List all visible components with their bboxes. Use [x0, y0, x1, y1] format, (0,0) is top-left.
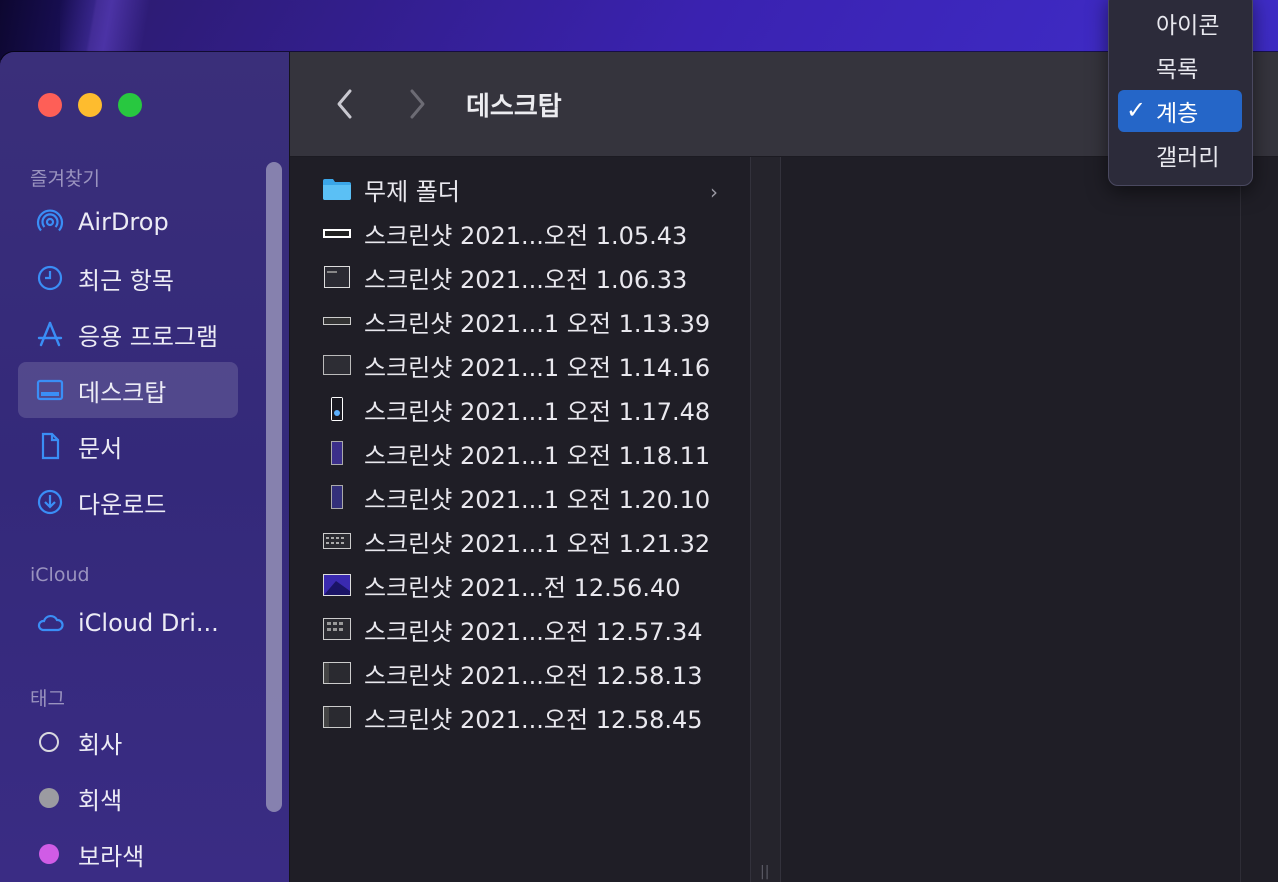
sidebar-item-label: 데스크탑 [78, 378, 167, 407]
list-item-file[interactable]: 스크린샷 2021...오전 12.57.34 [322, 609, 703, 649]
sidebar-item-desktop[interactable]: 데스크탑 [18, 362, 238, 418]
list-item-file[interactable]: 스크린샷 2021...오전 12.58.13 [322, 653, 703, 693]
sidebar-item-label: AirDrop [78, 208, 169, 236]
sidebar-item-label: 응용 프로그램 [78, 322, 219, 351]
file-name: 무제 폴더 [364, 177, 460, 206]
file-name: 스크린샷 2021...1 오전 1.17.48 [364, 397, 711, 426]
sidebar-item-documents[interactable]: 문서 [18, 418, 238, 474]
list-item-folder[interactable]: 무제 폴더 [322, 169, 460, 209]
forward-button[interactable] [402, 86, 432, 122]
document-icon [34, 430, 66, 462]
column-divider[interactable] [750, 157, 751, 882]
image-thumbnail-icon [322, 397, 352, 421]
checkmark-icon: ✓ [1126, 96, 1147, 124]
file-name: 스크린샷 2021...1 오전 1.18.11 [364, 441, 711, 470]
sidebar-item-label: 보라색 [78, 842, 145, 871]
menu-item-icon-view[interactable]: 아이콘 [1118, 2, 1242, 44]
desktop-icon [34, 374, 66, 406]
finder-window: 즐겨찾기 AirDrop 최근 항목 응용 프로그램 데스크탑 문서 다운로드 … [0, 52, 1278, 882]
sidebar-section-tags: 태그 [30, 688, 65, 710]
menu-item-list-view[interactable]: 목록 [1118, 46, 1242, 88]
chevron-right-icon [410, 89, 425, 119]
folder-icon [322, 177, 352, 201]
sidebar-section-favorites: 즐겨찾기 [30, 168, 100, 190]
image-thumbnail-icon [322, 353, 352, 377]
sidebar-scrollbar[interactable] [266, 162, 282, 812]
image-thumbnail-icon [322, 265, 352, 289]
applications-icon [34, 318, 66, 350]
file-name: 스크린샷 2021...1 오전 1.20.10 [364, 485, 711, 514]
close-button[interactable] [38, 93, 62, 117]
view-mode-menu: 아이콘 목록 ✓ 계층 갤러리 [1108, 0, 1253, 186]
file-name: 스크린샷 2021...전 12.56.40 [364, 573, 681, 602]
sidebar-item-label: 회색 [78, 786, 123, 815]
list-item-file[interactable]: 스크린샷 2021...오전 12.58.45 [322, 697, 703, 737]
sidebar-item-label: 회사 [78, 730, 123, 759]
sidebar-item-label: 최근 항목 [78, 266, 174, 295]
minimize-button[interactable] [78, 93, 102, 117]
image-thumbnail-icon [322, 441, 352, 465]
file-name: 스크린샷 2021...오전 1.06.33 [364, 265, 688, 294]
file-name: 스크린샷 2021...오전 1.05.43 [364, 221, 688, 250]
sidebar-item-icloud-drive[interactable]: iCloud Dri... [18, 595, 238, 651]
image-thumbnail-icon [322, 661, 352, 685]
column-divider [1240, 157, 1241, 882]
sidebar-item-airdrop[interactable]: AirDrop [18, 194, 238, 250]
sidebar: 즐겨찾기 AirDrop 최근 항목 응용 프로그램 데스크탑 문서 다운로드 … [0, 52, 290, 882]
chevron-right-icon: › [710, 180, 718, 204]
sidebar-item-label: 문서 [78, 434, 123, 463]
file-name: 스크린샷 2021...1 오전 1.13.39 [364, 309, 711, 338]
column-resize-handle[interactable]: || [760, 864, 770, 882]
sidebar-tag-purple[interactable]: 보라색 [18, 826, 238, 882]
sidebar-item-label: iCloud Dri... [78, 609, 219, 637]
column-divider[interactable] [780, 157, 781, 882]
tag-dot-icon [39, 732, 59, 752]
file-name: 스크린샷 2021...오전 12.58.45 [364, 705, 703, 734]
menu-item-column-view[interactable]: ✓ 계층 [1118, 90, 1242, 132]
image-thumbnail-icon [322, 309, 352, 333]
sidebar-tag-company[interactable]: 회사 [18, 714, 238, 770]
sidebar-tag-gray[interactable]: 회색 [18, 770, 238, 826]
list-item-file[interactable]: 스크린샷 2021...1 오전 1.13.39 [322, 301, 710, 341]
sidebar-item-downloads[interactable]: 다운로드 [18, 474, 238, 530]
window-title: 데스크탑 [466, 92, 562, 122]
list-item-file[interactable]: 스크린샷 2021...1 오전 1.21.32 [322, 521, 710, 561]
column-view: 무제 폴더 › 스크린샷 2021...오전 1.05.43 스크린샷 2021… [290, 157, 1278, 882]
airdrop-icon [34, 206, 66, 238]
sidebar-item-recents[interactable]: 최근 항목 [18, 250, 238, 306]
list-item-file[interactable]: 스크린샷 2021...1 오전 1.18.11 [322, 433, 710, 473]
sidebar-section-icloud: iCloud [30, 564, 90, 586]
image-thumbnail-icon [322, 705, 352, 729]
clock-icon [34, 262, 66, 294]
download-icon [34, 486, 66, 518]
file-name: 스크린샷 2021...1 오전 1.14.16 [364, 353, 711, 382]
menu-item-gallery-view[interactable]: 갤러리 [1118, 134, 1242, 176]
image-thumbnail-icon [322, 221, 352, 245]
file-column: 무제 폴더 › 스크린샷 2021...오전 1.05.43 스크린샷 2021… [290, 157, 750, 882]
cloud-icon [34, 607, 66, 639]
list-item-file[interactable]: 스크린샷 2021...1 오전 1.20.10 [322, 477, 710, 517]
list-item-file[interactable]: 스크린샷 2021...1 오전 1.14.16 [322, 345, 710, 385]
list-item-file[interactable]: 스크린샷 2021...오전 1.05.43 [322, 213, 687, 253]
column-gap [750, 157, 780, 882]
window-controls [38, 93, 142, 117]
sidebar-item-applications[interactable]: 응용 프로그램 [18, 306, 238, 362]
file-name: 스크린샷 2021...1 오전 1.21.32 [364, 529, 711, 558]
sidebar-item-label: 다운로드 [78, 490, 167, 519]
list-item-file[interactable]: 스크린샷 2021...오전 1.06.33 [322, 257, 687, 297]
zoom-button[interactable] [118, 93, 142, 117]
wallpaper-highlight [60, 0, 180, 56]
file-name: 스크린샷 2021...오전 12.57.34 [364, 617, 703, 646]
image-thumbnail-icon [322, 573, 352, 597]
image-thumbnail-icon [322, 529, 352, 553]
list-item-file[interactable]: 스크린샷 2021...전 12.56.40 [322, 565, 681, 605]
chevron-left-icon [337, 89, 352, 119]
file-name: 스크린샷 2021...오전 12.58.13 [364, 661, 703, 690]
list-item-file[interactable]: 스크린샷 2021...1 오전 1.17.48 [322, 389, 710, 429]
image-thumbnail-icon [322, 485, 352, 509]
back-button[interactable] [330, 86, 360, 122]
tag-dot-icon [39, 844, 59, 864]
tag-dot-icon [39, 788, 59, 808]
image-thumbnail-icon [322, 617, 352, 641]
